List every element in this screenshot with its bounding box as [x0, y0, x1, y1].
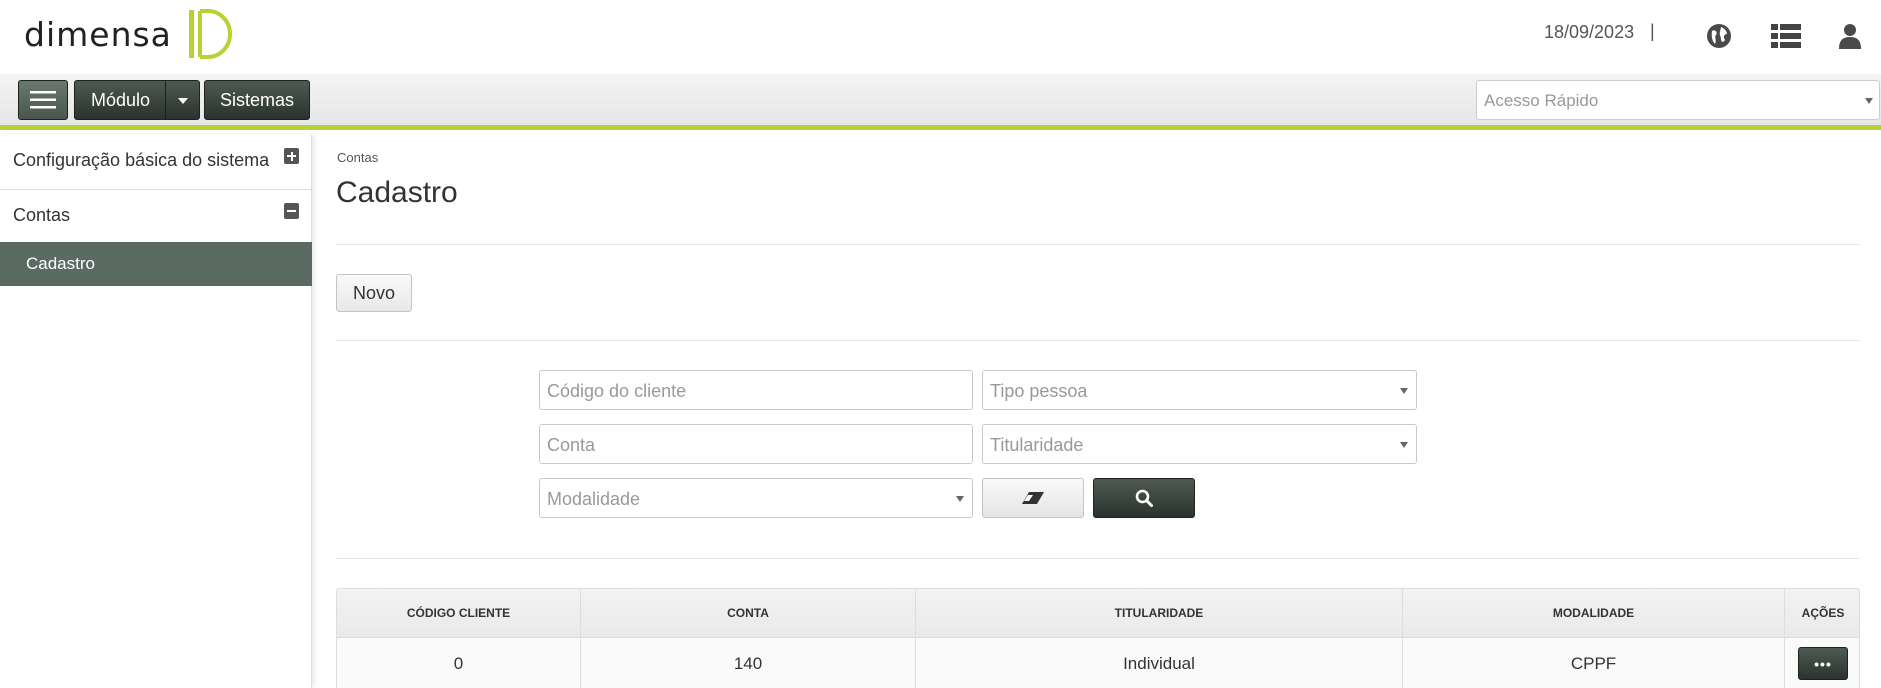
- clear-filters-button[interactable]: [982, 478, 1084, 518]
- sidebar-item-label: Contas: [13, 205, 71, 225]
- column-header[interactable]: CÓDIGO CLIENTE: [337, 589, 581, 637]
- novo-button[interactable]: Novo: [336, 274, 412, 312]
- row-actions-button[interactable]: •••: [1798, 647, 1848, 680]
- column-header[interactable]: CONTA: [581, 589, 916, 637]
- modulo-label: Módulo: [91, 90, 151, 110]
- modalidade-select[interactable]: Modalidade: [539, 478, 973, 518]
- sidebar-subitem-label: Cadastro: [26, 254, 95, 273]
- date-separator: |: [1650, 21, 1655, 41]
- chevron-down-icon: [1400, 388, 1408, 394]
- top-header: DIMENSA 18/09/2023 |: [0, 0, 1881, 74]
- logo-mark-icon: [188, 9, 232, 59]
- logo-text: DIMENSA: [24, 14, 172, 54]
- tipo-pessoa-select[interactable]: Tipo pessoa: [982, 370, 1417, 410]
- tipo-pessoa-placeholder: Tipo pessoa: [990, 381, 1088, 401]
- conta-placeholder: Conta: [547, 435, 596, 455]
- sidebar-item-configuracao[interactable]: Configuração básica do sistema: [0, 135, 312, 190]
- column-header[interactable]: MODALIDADE: [1403, 589, 1785, 637]
- hamburger-icon: [30, 91, 56, 109]
- modulo-dropdown-button[interactable]: Módulo: [74, 80, 200, 120]
- column-header[interactable]: TITULARIDADE: [916, 589, 1403, 637]
- list-icon[interactable]: [1770, 20, 1802, 52]
- sidebar: Configuração básica do sistema Contas Ca…: [0, 135, 312, 688]
- search-icon: [1135, 489, 1153, 507]
- table-cell: 140: [581, 638, 916, 688]
- caret-down-icon[interactable]: [178, 98, 188, 104]
- conta-input[interactable]: Conta: [539, 424, 973, 464]
- quick-access-select[interactable]: Acesso Rápido: [1476, 80, 1880, 120]
- dimensa-logo[interactable]: DIMENSA: [24, 6, 232, 62]
- modalidade-placeholder: Modalidade: [547, 489, 641, 509]
- table-cell: •••: [1785, 638, 1859, 688]
- titularidade-select[interactable]: Titularidade: [982, 424, 1417, 464]
- breadcrumb[interactable]: Contas: [337, 150, 378, 165]
- table-header-row: CÓDIGO CLIENTE CONTA TITULARIDADE MODALI…: [337, 589, 1859, 638]
- quick-access-placeholder: Acesso Rápido: [1484, 91, 1599, 110]
- codigo-cliente-placeholder: Código do cliente: [547, 381, 687, 401]
- menu-toggle-button[interactable]: [18, 80, 68, 120]
- expand-plus-icon[interactable]: [284, 148, 299, 164]
- sidebar-item-label: Configuração básica do sistema: [13, 150, 270, 170]
- table-cell: 0: [337, 638, 581, 688]
- sidebar-subitem-cadastro[interactable]: Cadastro: [0, 242, 312, 286]
- divider: [336, 340, 1860, 341]
- table-cell: Individual: [916, 638, 1403, 688]
- table-row[interactable]: 0 140 Individual CPPF •••: [337, 638, 1859, 688]
- sidebar-item-contas[interactable]: Contas: [0, 190, 312, 245]
- chevron-down-icon: [1400, 442, 1408, 448]
- user-icon[interactable]: [1834, 20, 1866, 52]
- page-title: Cadastro: [336, 176, 458, 209]
- search-button[interactable]: [1093, 478, 1195, 518]
- divider: [336, 558, 1860, 559]
- codigo-cliente-input[interactable]: Código do cliente: [539, 370, 973, 410]
- titularidade-placeholder: Titularidade: [990, 435, 1084, 455]
- table-cell: CPPF: [1403, 638, 1785, 688]
- chevron-down-icon: [956, 496, 964, 502]
- chevron-down-icon: [1865, 98, 1873, 104]
- globe-icon[interactable]: [1703, 20, 1735, 52]
- current-date: 18/09/2023: [1544, 22, 1635, 42]
- column-header: AÇÕES: [1801, 606, 1845, 620]
- results-table: CÓDIGO CLIENTE CONTA TITULARIDADE MODALI…: [336, 588, 1860, 688]
- eraser-icon: [1022, 492, 1044, 504]
- divider: [336, 244, 1860, 245]
- split-divider: [165, 81, 166, 119]
- main-toolbar: Módulo Sistemas Acesso Rápido: [0, 74, 1881, 130]
- sistemas-button[interactable]: Sistemas: [204, 80, 310, 120]
- collapse-minus-icon[interactable]: [284, 203, 299, 219]
